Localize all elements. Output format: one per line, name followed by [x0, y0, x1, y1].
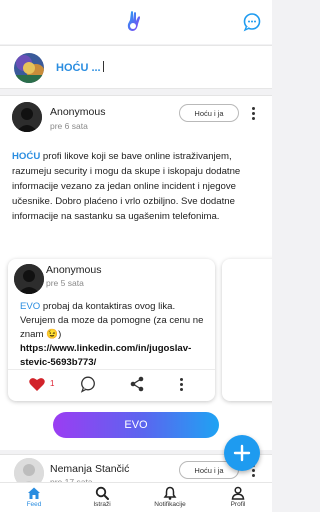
nav-feed-label: Feed: [26, 501, 42, 508]
reply-author-avatar[interactable]: [14, 264, 44, 294]
text-caret: [102, 61, 104, 72]
app-logo-icon[interactable]: [124, 9, 146, 35]
heart-icon[interactable]: [28, 375, 46, 393]
post-text: profi likove koji se bave online istraži…: [12, 151, 241, 222]
top-bar: [0, 0, 272, 44]
post-author-avatar[interactable]: [12, 102, 42, 132]
nav-notifikacije[interactable]: Notifikacije: [136, 483, 204, 512]
nav-istrazi-label: Istraži: [93, 501, 111, 508]
post-highlight: HOĆU: [12, 151, 41, 162]
user-avatar[interactable]: [14, 53, 44, 83]
compose-bar[interactable]: HOĆU ...: [0, 45, 272, 89]
next-author-name[interactable]: Nemanja Stančić: [50, 463, 129, 475]
reply-highlight: EVO: [20, 301, 41, 312]
search-icon: [95, 486, 109, 500]
nav-profil-label: Profil: [230, 501, 246, 508]
reply-timestamp: pre 5 sata: [46, 278, 84, 288]
share-icon[interactable]: [129, 375, 145, 393]
nav-profil[interactable]: Profil: [204, 483, 272, 512]
reply-author-name[interactable]: Anonymous: [46, 264, 101, 276]
divider: [8, 369, 215, 370]
reply-actions: 1: [8, 373, 215, 395]
reply-text: probaj da kontaktiras ovog lika. Verujem…: [20, 301, 204, 340]
bell-icon: [163, 486, 177, 500]
app-screen: HOĆU ... Anonymous pre 6 sata Hoću i ja …: [0, 0, 272, 512]
nav-feed[interactable]: Feed: [0, 483, 68, 512]
compose-text: HOĆU ...: [56, 62, 101, 74]
like-count: 1: [50, 379, 55, 388]
add-post-button[interactable]: [224, 435, 260, 471]
compose-input[interactable]: HOĆU ...: [56, 61, 104, 74]
chat-bubble-icon[interactable]: [242, 12, 262, 32]
next-reply-card[interactable]: [222, 259, 272, 401]
bottom-nav: Feed Istraži Notifikacije Profil: [0, 482, 272, 512]
nav-notifikacije-label: Notifikacije: [154, 501, 186, 508]
nav-istrazi[interactable]: Istraži: [68, 483, 136, 512]
more-options-icon[interactable]: [248, 105, 258, 123]
feed-post: Anonymous pre 6 sata Hoću i ja HOĆU prof…: [0, 95, 272, 450]
post-timestamp: pre 6 sata: [50, 121, 88, 131]
reply-body: EVO probaj da kontaktiras ovog lika. Ver…: [20, 300, 210, 370]
reply-link[interactable]: https://www.linkedin.com/in/jugoslav-ste…: [20, 343, 191, 368]
post-author-name[interactable]: Anonymous: [50, 106, 105, 118]
reply-card[interactable]: Anonymous pre 5 sata EVO probaj da konta…: [8, 259, 215, 401]
hocu-i-ja-button[interactable]: Hoću i ja: [179, 104, 239, 122]
reply-more-icon[interactable]: [176, 376, 186, 394]
evo-reply-button[interactable]: EVO: [53, 412, 219, 438]
person-icon: [231, 486, 245, 500]
home-icon: [28, 487, 40, 499]
post-body: HOĆU profi likove koji se bave online is…: [12, 149, 262, 224]
comment-icon[interactable]: [80, 375, 96, 393]
plus-icon: [233, 444, 251, 462]
